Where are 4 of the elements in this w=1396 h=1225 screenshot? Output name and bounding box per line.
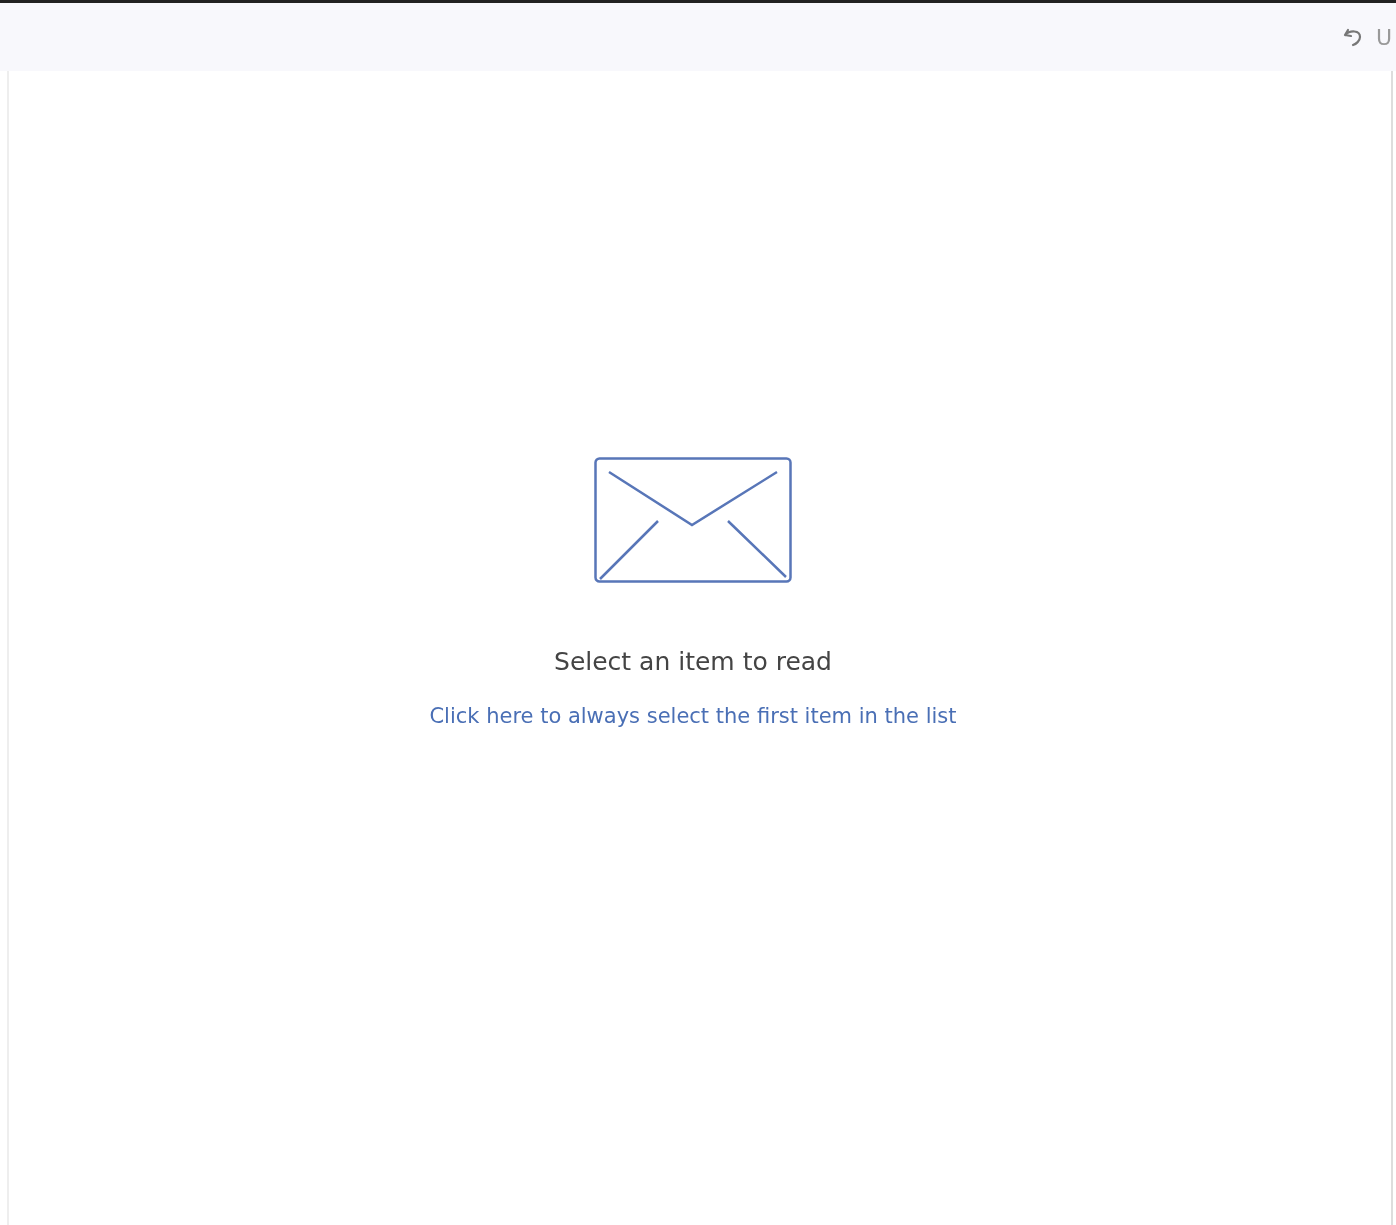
undo-button[interactable]: U	[1341, 24, 1392, 50]
select-first-item-link[interactable]: Click here to always select the first item in the list	[429, 704, 957, 728]
empty-message: Select an item to read	[554, 647, 832, 676]
envelope-icon	[594, 457, 792, 583]
